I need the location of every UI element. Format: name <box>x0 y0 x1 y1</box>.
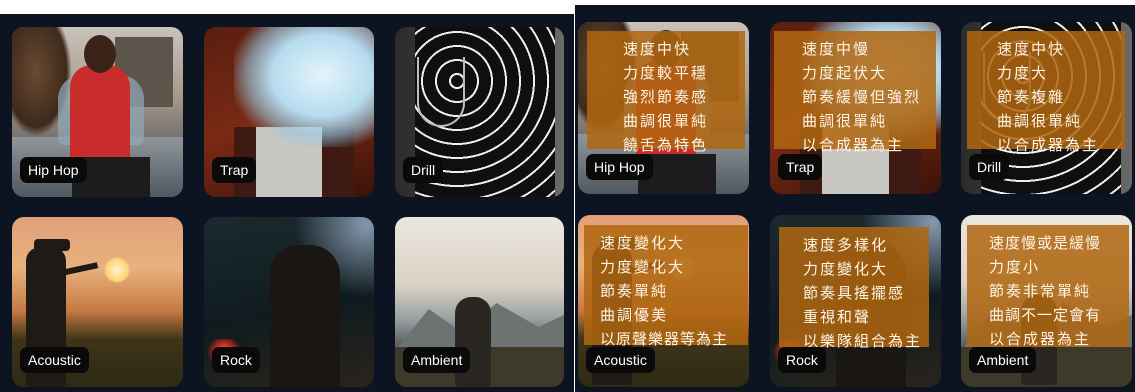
trait-line: 力度變化大 <box>803 260 889 278</box>
genre-label: Acoustic <box>20 347 89 373</box>
genre-label: Trap <box>778 154 823 180</box>
genre-card-rock-annotated[interactable]: 速度多樣化 力度變化大 節奏具搖擺感 重視和聲 以樂隊組合為主 Rock <box>770 215 941 387</box>
trait-line: 速度慢或是緩慢 <box>989 234 1102 252</box>
genre-card-acoustic-annotated[interactable]: 速度變化大 力度變化大 節奏單純 曲調優美 以原聲樂器等為主 Acoustic <box>578 215 749 387</box>
genre-card-rock[interactable]: Rock <box>204 217 374 387</box>
trait-line: 以合成器為主 <box>997 136 1100 154</box>
genre-card-trap-annotated[interactable]: 速度中慢 力度起伏大 節奏緩慢但強烈 曲調很單純 以合成器為主 Trap <box>770 22 941 194</box>
trait-line: 節奏單純 <box>600 282 669 300</box>
genre-card-hip-hop-annotated[interactable]: 速度中快 力度較平穩 強烈節奏感 曲調很單純 饒舌為特色 Hip Hop <box>578 22 749 194</box>
genre-label: Hip Hop <box>20 157 87 183</box>
genre-card-ambient[interactable]: Ambient <box>395 217 564 387</box>
genre-card-drill[interactable]: Drill <box>395 27 564 197</box>
genre-label: Drill <box>969 154 1010 180</box>
trait-line: 力度較平穩 <box>623 64 709 82</box>
trait-line: 重視和聲 <box>803 308 872 326</box>
trait-line: 速度多樣化 <box>803 236 889 254</box>
trait-line: 力度起伏大 <box>802 64 888 82</box>
trait-line: 曲調不一定會有 <box>989 306 1102 324</box>
genre-grid-annotated: 速度中快 力度較平穩 強烈節奏感 曲調很單純 饒舌為特色 Hip Hop 速度中… <box>575 5 1135 392</box>
traits-overlay: 速度多樣化 力度變化大 節奏具搖擺感 重視和聲 以樂隊組合為主 <box>779 227 929 350</box>
genre-label: Rock <box>778 347 826 373</box>
trait-line: 力度變化大 <box>600 258 686 276</box>
trait-line: 曲調很單純 <box>997 112 1083 130</box>
genre-label: Drill <box>403 157 444 183</box>
trait-line: 力度大 <box>997 64 1049 82</box>
trait-line: 曲調很單純 <box>623 112 709 130</box>
traits-overlay: 速度慢或是緩慢 力度小 節奏非常單純 曲調不一定會有 以合成器為主 <box>967 225 1129 348</box>
trait-line: 速度中快 <box>623 40 692 58</box>
trait-line: 速度變化大 <box>600 234 686 252</box>
trait-line: 曲調優美 <box>600 306 669 324</box>
traits-overlay: 速度中慢 力度起伏大 節奏緩慢但強烈 曲調很單純 以合成器為主 <box>774 31 936 154</box>
trait-line: 節奏複雜 <box>997 88 1066 106</box>
genre-grid-plain: Hip Hop Trap Drill Acoustic Rock Ambient <box>0 14 574 392</box>
genre-label: Rock <box>212 347 260 373</box>
genre-label: Trap <box>212 157 257 183</box>
trait-line: 曲調很單純 <box>802 112 888 130</box>
genre-label: Ambient <box>969 347 1037 373</box>
genre-label: Ambient <box>403 347 471 373</box>
genre-card-trap[interactable]: Trap <box>204 27 374 197</box>
genre-card-drill-annotated[interactable]: 速度中快 力度大 節奏複雜 曲調很單純 以合成器為主 Drill <box>961 22 1132 194</box>
traits-overlay: 速度中快 力度大 節奏複雜 曲調很單純 以合成器為主 <box>967 31 1125 154</box>
trait-line: 節奏緩慢但強烈 <box>802 88 922 106</box>
genre-card-acoustic[interactable]: Acoustic <box>12 217 183 387</box>
trait-line: 節奏非常單純 <box>989 282 1092 300</box>
trait-line: 強烈節奏感 <box>623 88 709 106</box>
trait-line: 力度小 <box>989 258 1041 276</box>
trait-line: 節奏具搖擺感 <box>803 284 906 302</box>
genre-card-hip-hop[interactable]: Hip Hop <box>12 27 183 197</box>
genre-label: Hip Hop <box>586 154 653 180</box>
trait-line: 速度中慢 <box>802 40 871 58</box>
trait-line: 速度中快 <box>997 40 1066 58</box>
genre-card-ambient-annotated[interactable]: 速度慢或是緩慢 力度小 節奏非常單純 曲調不一定會有 以合成器為主 Ambien… <box>961 215 1132 387</box>
traits-overlay: 速度中快 力度較平穩 強烈節奏感 曲調很單純 饒舌為特色 <box>587 31 745 154</box>
trait-line: 以合成器為主 <box>802 136 905 154</box>
traits-overlay: 速度變化大 力度變化大 節奏單純 曲調優美 以原聲樂器等為主 <box>584 225 748 348</box>
genre-label: Acoustic <box>586 347 655 373</box>
